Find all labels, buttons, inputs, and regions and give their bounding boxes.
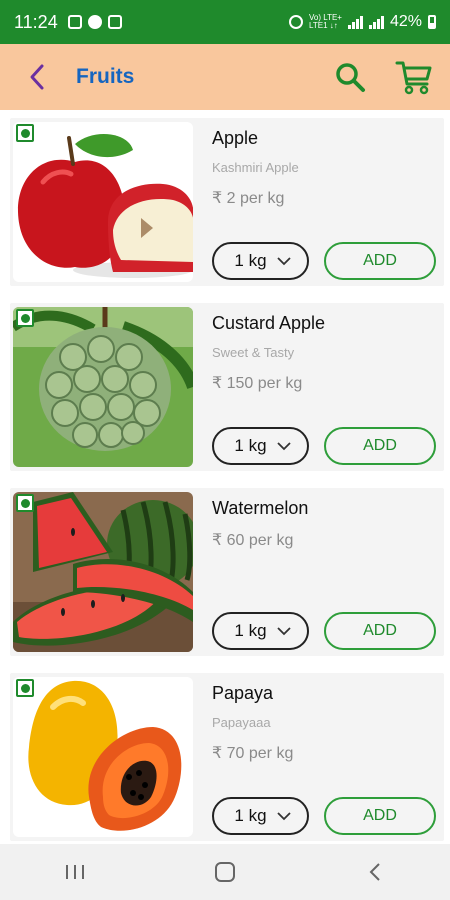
quantity-dropdown[interactable]: 1 kg <box>212 242 309 280</box>
product-price: ₹ 150 per kg <box>212 375 303 392</box>
back-button[interactable] <box>12 44 62 110</box>
product-image-watermelon <box>13 492 193 652</box>
system-nav-bar <box>0 844 450 900</box>
home-button[interactable] <box>195 849 255 895</box>
system-back-icon <box>369 863 380 881</box>
battery-percent: 42% <box>389 13 422 30</box>
veg-indicator-icon <box>16 679 34 697</box>
product-card-apple[interactable]: Apple Kashmiri Apple ₹ 2 per kg 1 kg ADD <box>10 118 444 286</box>
product-price: ₹ 60 per kg <box>212 532 294 549</box>
signal-icon <box>347 15 363 29</box>
quantity-dropdown[interactable]: 1 kg <box>212 797 309 835</box>
quantity-dropdown[interactable]: 1 kg <box>212 612 309 650</box>
product-price: ₹ 2 per kg <box>212 190 285 207</box>
quantity-value: 1 kg <box>234 806 267 825</box>
product-name: Papaya <box>212 683 274 703</box>
page-title: Fruits <box>76 65 135 88</box>
product-name: Apple <box>212 128 259 148</box>
account-icon <box>87 15 102 29</box>
product-image-apple <box>13 122 193 282</box>
product-price: ₹ 70 per kg <box>212 745 294 762</box>
add-to-cart-button[interactable]: ADD <box>324 242 436 280</box>
product-card-watermelon[interactable]: Watermelon ₹ 60 per kg 1 kg ADD <box>10 488 444 656</box>
product-image-custard-apple <box>13 307 193 467</box>
chevron-down-icon <box>276 627 291 636</box>
quantity-dropdown[interactable]: 1 kg <box>212 427 309 465</box>
product-name: Custard Apple <box>212 313 326 333</box>
status-bar: 11:24 Vo) LTE+ LTE1 ↓↑ 42% <box>0 0 450 44</box>
system-back-button[interactable] <box>345 849 405 895</box>
cart-icon <box>395 61 432 95</box>
product-list[interactable]: Apple Kashmiri Apple ₹ 2 per kg 1 kg ADD <box>0 110 450 844</box>
volte-indicator: Vo) LTE+ LTE1 ↓↑ <box>309 14 342 30</box>
quantity-value: 1 kg <box>234 436 267 455</box>
cart-button[interactable] <box>392 55 436 99</box>
add-to-cart-button[interactable]: ADD <box>324 797 436 835</box>
home-icon <box>215 862 235 882</box>
veg-indicator-icon <box>16 494 34 512</box>
product-image-papaya <box>13 677 193 837</box>
message-icon <box>107 15 122 29</box>
recent-apps-button[interactable] <box>45 849 105 895</box>
battery-icon <box>428 15 436 29</box>
gallery-icon <box>67 15 82 29</box>
add-to-cart-button[interactable]: ADD <box>324 427 436 465</box>
app-header: Fruits <box>0 44 450 110</box>
chevron-down-icon <box>276 257 291 266</box>
quantity-value: 1 kg <box>234 621 267 640</box>
veg-indicator-icon <box>16 124 34 142</box>
volte-bottom-label: LTE1 ↓↑ <box>308 21 338 30</box>
product-subtitle: Sweet & Tasty <box>212 345 295 360</box>
quantity-value: 1 kg <box>234 251 267 270</box>
chevron-down-icon <box>276 442 291 451</box>
alarm-icon <box>288 15 303 29</box>
search-button[interactable] <box>328 55 372 99</box>
product-card-papaya[interactable]: Papaya Papayaaa ₹ 70 per kg 1 kg ADD <box>10 673 444 841</box>
product-subtitle: Papayaaa <box>212 715 271 730</box>
product-card-custard-apple[interactable]: Custard Apple Sweet & Tasty ₹ 150 per kg… <box>10 303 444 471</box>
search-icon <box>336 63 365 92</box>
add-to-cart-button[interactable]: ADD <box>324 612 436 650</box>
back-arrow-icon <box>30 64 44 90</box>
recent-apps-icon <box>66 865 84 879</box>
product-name: Watermelon <box>212 498 309 518</box>
veg-indicator-icon <box>16 309 34 327</box>
signal-icon-2 <box>368 15 384 29</box>
product-subtitle: Kashmiri Apple <box>212 160 299 175</box>
status-time: 11:24 <box>14 11 58 32</box>
chevron-down-icon <box>276 812 291 821</box>
